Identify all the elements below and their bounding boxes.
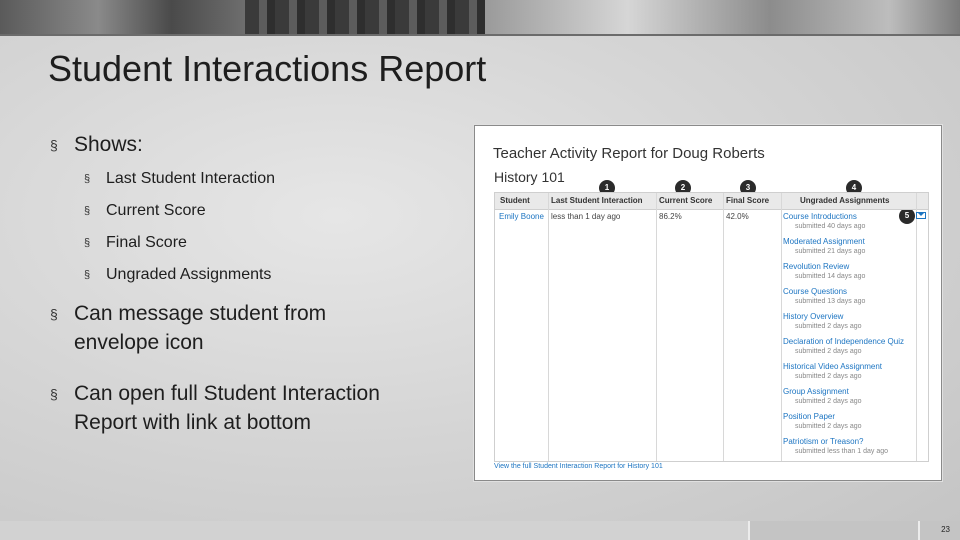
- sub-bullet-text: Last Student Interaction: [106, 170, 275, 187]
- banner-segment: [245, 0, 485, 34]
- assignment-submitted: submitted 2 days ago: [795, 323, 862, 330]
- column-divider: [548, 193, 549, 461]
- column-divider: [781, 193, 782, 461]
- bullet-shows: § Shows:: [50, 130, 410, 159]
- bullet-message: § Can message student from envelope icon: [50, 299, 410, 357]
- assignment-submitted: submitted 2 days ago: [795, 398, 862, 405]
- column-header-last-interaction[interactable]: Last Student Interaction: [551, 193, 643, 209]
- sub-bullet-list: § Last Student Interaction § Current Sco…: [50, 169, 410, 285]
- assignment-link[interactable]: Patriotism or Treason?: [783, 437, 923, 447]
- slide-title: Student Interactions Report: [48, 48, 487, 89]
- student-name-link[interactable]: Emily Boone: [499, 212, 544, 221]
- sub-bullet-text: Ungraded Assignments: [106, 266, 272, 283]
- bottom-bar-segment: [748, 521, 918, 540]
- assignment-submitted: submitted 40 days ago: [795, 223, 866, 230]
- bullet-marker: §: [84, 173, 91, 185]
- banner-divider: [0, 34, 960, 36]
- final-score-value: 42.0%: [726, 212, 749, 221]
- assignment-submitted: submitted 2 days ago: [795, 423, 862, 430]
- report-title: Teacher Activity Report for Doug Roberts: [493, 145, 765, 162]
- sub-bullet: § Final Score: [84, 233, 410, 253]
- table-header: Student Last Student Interaction Current…: [495, 193, 928, 210]
- column-header-ungraded[interactable]: Ungraded Assignments: [800, 193, 890, 209]
- bottom-bar-segment: [918, 521, 960, 540]
- sub-bullet: § Last Student Interaction: [84, 169, 410, 189]
- bullet-marker: §: [50, 137, 58, 153]
- assignment-submitted: submitted 13 days ago: [795, 298, 866, 305]
- assignment-link[interactable]: Historical Video Assignment: [783, 362, 923, 372]
- assignment-link[interactable]: Position Paper: [783, 412, 923, 422]
- assignment-item: Patriotism or Treason? submitted less th…: [783, 437, 923, 456]
- sub-bullet: § Current Score: [84, 201, 410, 221]
- assignment-item: Declaration of Independence Quiz submitt…: [783, 337, 923, 356]
- bullet-marker: §: [50, 306, 58, 322]
- assignment-link[interactable]: Revolution Review: [783, 262, 923, 272]
- column-divider: [723, 193, 724, 461]
- last-interaction-value: less than 1 day ago: [551, 212, 621, 221]
- sub-bullet-text: Final Score: [106, 234, 187, 251]
- assignment-link[interactable]: Moderated Assignment: [783, 237, 923, 247]
- assignment-item: Course Questions submitted 13 days ago: [783, 287, 923, 306]
- course-title: History 101: [494, 169, 565, 185]
- bottom-bar: 23: [0, 521, 960, 540]
- assignment-link[interactable]: Course Introductions: [783, 212, 923, 222]
- bullet-marker: §: [84, 205, 91, 217]
- current-score-value: 86.2%: [659, 212, 682, 221]
- assignment-submitted: submitted 21 days ago: [795, 248, 866, 255]
- bullet-text: Can message student from envelope icon: [74, 302, 327, 354]
- report-screenshot: Teacher Activity Report for Doug Roberts…: [474, 125, 942, 481]
- activity-table: Student Last Student Interaction Current…: [494, 192, 929, 462]
- assignment-item: Revolution Review submitted 14 days ago: [783, 262, 923, 281]
- assignment-item: Historical Video Assignment submitted 2 …: [783, 362, 923, 381]
- bullet-marker: §: [84, 269, 91, 281]
- bullet-text: Can open full Student Interaction Report…: [74, 382, 380, 434]
- sub-bullet: § Ungraded Assignments: [84, 265, 410, 285]
- top-banner: [0, 0, 960, 34]
- assignment-submitted: submitted 14 days ago: [795, 273, 866, 280]
- assignment-item: History Overview submitted 2 days ago: [783, 312, 923, 331]
- assignment-link[interactable]: Group Assignment: [783, 387, 923, 397]
- banner-segment: [485, 0, 960, 34]
- full-report-link[interactable]: View the full Student Interaction Report…: [494, 463, 663, 470]
- page-number: 23: [941, 525, 950, 534]
- envelope-icon[interactable]: [916, 212, 926, 219]
- assignment-link[interactable]: Course Questions: [783, 287, 923, 297]
- bullet-text: Shows:: [74, 133, 143, 156]
- assignment-link[interactable]: History Overview: [783, 312, 923, 322]
- column-divider: [656, 193, 657, 461]
- sub-bullet-text: Current Score: [106, 202, 206, 219]
- assignment-submitted: submitted less than 1 day ago: [795, 448, 889, 455]
- assignment-submitted: submitted 2 days ago: [795, 373, 862, 380]
- bullet-list: § Shows: § Last Student Interaction § Cu…: [50, 130, 410, 443]
- assignment-submitted: submitted 2 days ago: [795, 348, 862, 355]
- bullet-open-report: § Can open full Student Interaction Repo…: [50, 379, 410, 437]
- column-header-student[interactable]: Student: [500, 193, 530, 209]
- banner-segment: [0, 0, 245, 34]
- assignment-item: Group Assignment submitted 2 days ago: [783, 387, 923, 406]
- bullet-marker: §: [84, 237, 91, 249]
- assignment-item: Position Paper submitted 2 days ago: [783, 412, 923, 431]
- column-header-current-score[interactable]: Current Score: [659, 193, 712, 209]
- bullet-marker: §: [50, 386, 58, 402]
- column-header-final-score[interactable]: Final Score: [726, 193, 769, 209]
- assignment-item: Moderated Assignment submitted 21 days a…: [783, 237, 923, 256]
- assignment-link[interactable]: Declaration of Independence Quiz: [783, 337, 923, 347]
- assignment-item: Course Introductions submitted 40 days a…: [783, 212, 923, 231]
